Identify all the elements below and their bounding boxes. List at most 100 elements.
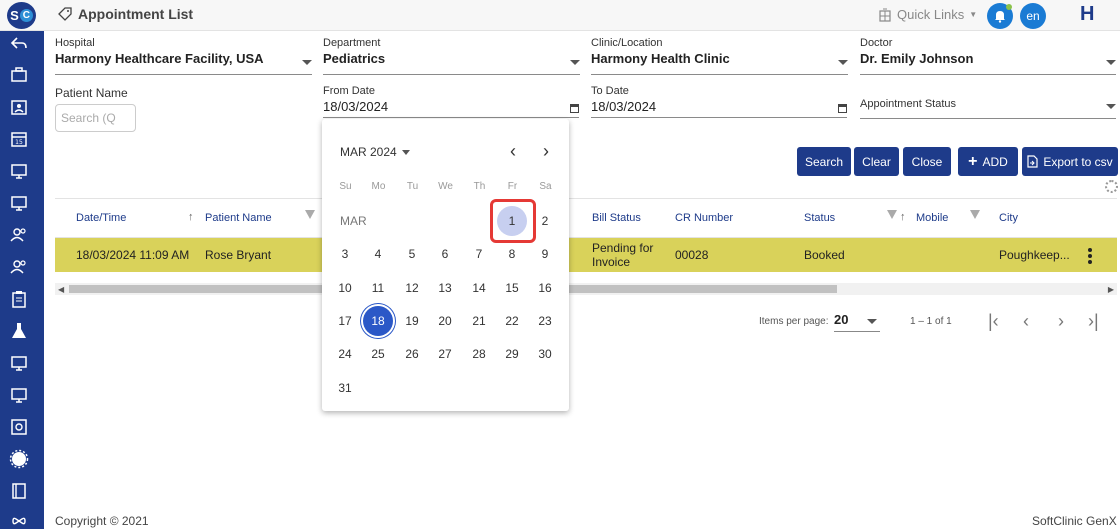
calendar-day-24[interactable]: 24 [330, 339, 360, 369]
calendar-day-6[interactable]: 6 [430, 239, 460, 269]
col-status[interactable]: Status [804, 212, 835, 224]
col-datetime[interactable]: Date/Time [76, 212, 126, 224]
page-title: Appointment List [58, 6, 193, 22]
doctor-select[interactable]: Doctor Dr. Emily Johnson [860, 37, 1116, 75]
next-page-icon[interactable]: › [1058, 311, 1064, 332]
book-icon[interactable] [8, 481, 30, 501]
calendar-day-17[interactable]: 17 [330, 306, 360, 336]
monitor-icon[interactable] [8, 193, 30, 213]
notification-button[interactable] [987, 3, 1013, 29]
from-date-field[interactable]: From Date 18/03/2024 [323, 85, 579, 118]
gear-icon[interactable] [1105, 180, 1118, 193]
calendar-day-22[interactable]: 22 [497, 306, 527, 336]
from-date-value: 18/03/2024 [323, 99, 389, 114]
add-button[interactable]: + ADD [958, 147, 1018, 176]
calendar-day-16[interactable]: 16 [530, 273, 560, 303]
patient-name-search-input[interactable]: Search (Q [55, 104, 136, 132]
scroll-left-icon[interactable]: ◀ [58, 285, 64, 294]
scroll-right-icon[interactable]: ▶ [1108, 285, 1114, 294]
calendar-day-26[interactable]: 26 [397, 339, 427, 369]
col-patient-name[interactable]: Patient Name [205, 212, 272, 224]
weekday-header: Tu [406, 181, 419, 192]
calendar-day-23[interactable]: 23 [530, 306, 560, 336]
quick-links-menu[interactable]: Quick Links ▼ [878, 7, 977, 22]
calendar-day-18[interactable]: 18 [363, 306, 393, 336]
calendar-day-4[interactable]: 4 [363, 239, 393, 269]
prev-month-button[interactable]: ‹ [510, 141, 516, 162]
col-city[interactable]: City [999, 212, 1018, 224]
calendar-day-8[interactable]: 8 [497, 239, 527, 269]
calendar-day-29[interactable]: 29 [497, 339, 527, 369]
clinic-select[interactable]: Clinic/Location Harmony Health Clinic [591, 37, 848, 75]
month-year-selector[interactable]: MAR 2024 [340, 145, 410, 159]
col-mobile[interactable]: Mobile [916, 212, 948, 224]
calendar-day-3[interactable]: 3 [330, 239, 360, 269]
to-date-field[interactable]: To Date 18/03/2024 [591, 85, 847, 118]
app-logo[interactable]: SC [7, 2, 36, 29]
monitor-icon[interactable] [8, 385, 30, 405]
hospital-value: Harmony Healthcare Facility, USA [55, 51, 264, 66]
dropdown-arrow-icon [838, 60, 848, 65]
calendar-day-30[interactable]: 30 [530, 339, 560, 369]
calendar-day-15[interactable]: 15 [497, 273, 527, 303]
calendar-day-25[interactable]: 25 [363, 339, 393, 369]
clear-button[interactable]: Clear [854, 147, 899, 176]
calendar-day-13[interactable]: 13 [430, 273, 460, 303]
export-csv-button[interactable]: Export to csv [1022, 147, 1118, 176]
calendar-day-31[interactable]: 31 [330, 373, 360, 403]
id-card-icon[interactable] [8, 97, 30, 117]
first-page-icon[interactable]: |‹ [988, 311, 999, 332]
calendar-day-28[interactable]: 28 [464, 339, 494, 369]
calendar-day-7[interactable]: 7 [464, 239, 494, 269]
calendar-icon[interactable] [570, 104, 579, 113]
calendar-icon[interactable]: 15 [8, 129, 30, 149]
calendar-day-27[interactable]: 27 [430, 339, 460, 369]
briefcase-icon[interactable] [8, 65, 30, 85]
sort-arrow-icon[interactable]: ↑ [188, 211, 194, 223]
horizontal-scrollbar[interactable]: ◀ ▶ [55, 283, 1117, 295]
cell-datetime: 18/03/2024 11:09 AM [76, 248, 190, 262]
sort-arrow-icon[interactable]: ↑ [900, 211, 906, 223]
row-actions-kebab-icon[interactable] [1088, 248, 1092, 264]
language-button[interactable]: en [1020, 3, 1046, 29]
search-button[interactable]: Search [797, 147, 851, 176]
back-arrow-icon[interactable] [8, 34, 30, 54]
calendar-day-12[interactable]: 12 [397, 273, 427, 303]
badge-icon[interactable] [8, 449, 30, 469]
clipboard-icon[interactable] [8, 289, 30, 309]
flask-icon[interactable] [8, 321, 30, 341]
calendar-day-14[interactable]: 14 [464, 273, 494, 303]
users-icon[interactable] [8, 225, 30, 245]
col-bill-status[interactable]: Bill Status [592, 212, 641, 224]
calendar-day-21[interactable]: 21 [464, 306, 494, 336]
calendar-icon[interactable] [838, 104, 847, 113]
next-month-button[interactable]: › [543, 141, 549, 162]
table-row[interactable]: 18/03/2024 11:09 AM Rose Bryant Pending … [55, 238, 1117, 272]
prev-page-icon[interactable]: ‹ [1023, 311, 1029, 332]
col-cr-number[interactable]: CR Number [675, 212, 733, 224]
monitor-icon[interactable] [8, 161, 30, 181]
calendar-day-19[interactable]: 19 [397, 306, 427, 336]
cell-patient: Rose Bryant [205, 248, 272, 262]
filter-icon[interactable] [887, 210, 897, 219]
last-page-icon[interactable]: ›| [1088, 311, 1099, 332]
calendar-day-11[interactable]: 11 [363, 273, 393, 303]
calendar-day-20[interactable]: 20 [430, 306, 460, 336]
users-icon[interactable] [8, 257, 30, 277]
department-select[interactable]: Department Pediatrics [323, 37, 580, 75]
safe-icon[interactable] [8, 417, 30, 437]
sidebar: 15 [0, 31, 44, 529]
filter-icon[interactable] [305, 210, 315, 219]
calendar-day-5[interactable]: 5 [397, 239, 427, 269]
monitor-icon[interactable] [8, 353, 30, 373]
appointment-status-select[interactable]: Appointment Status [860, 98, 1116, 119]
calendar-day-9[interactable]: 9 [530, 239, 560, 269]
field-underline [323, 117, 579, 118]
hospital-badge[interactable]: H [1080, 3, 1094, 26]
close-button[interactable]: Close [903, 147, 951, 176]
items-per-page-select[interactable]: 20 [834, 312, 880, 332]
infinity-icon[interactable] [8, 511, 30, 529]
filter-icon[interactable] [970, 210, 980, 219]
hospital-select[interactable]: Hospital Harmony Healthcare Facility, US… [55, 37, 312, 75]
calendar-day-10[interactable]: 10 [330, 273, 360, 303]
